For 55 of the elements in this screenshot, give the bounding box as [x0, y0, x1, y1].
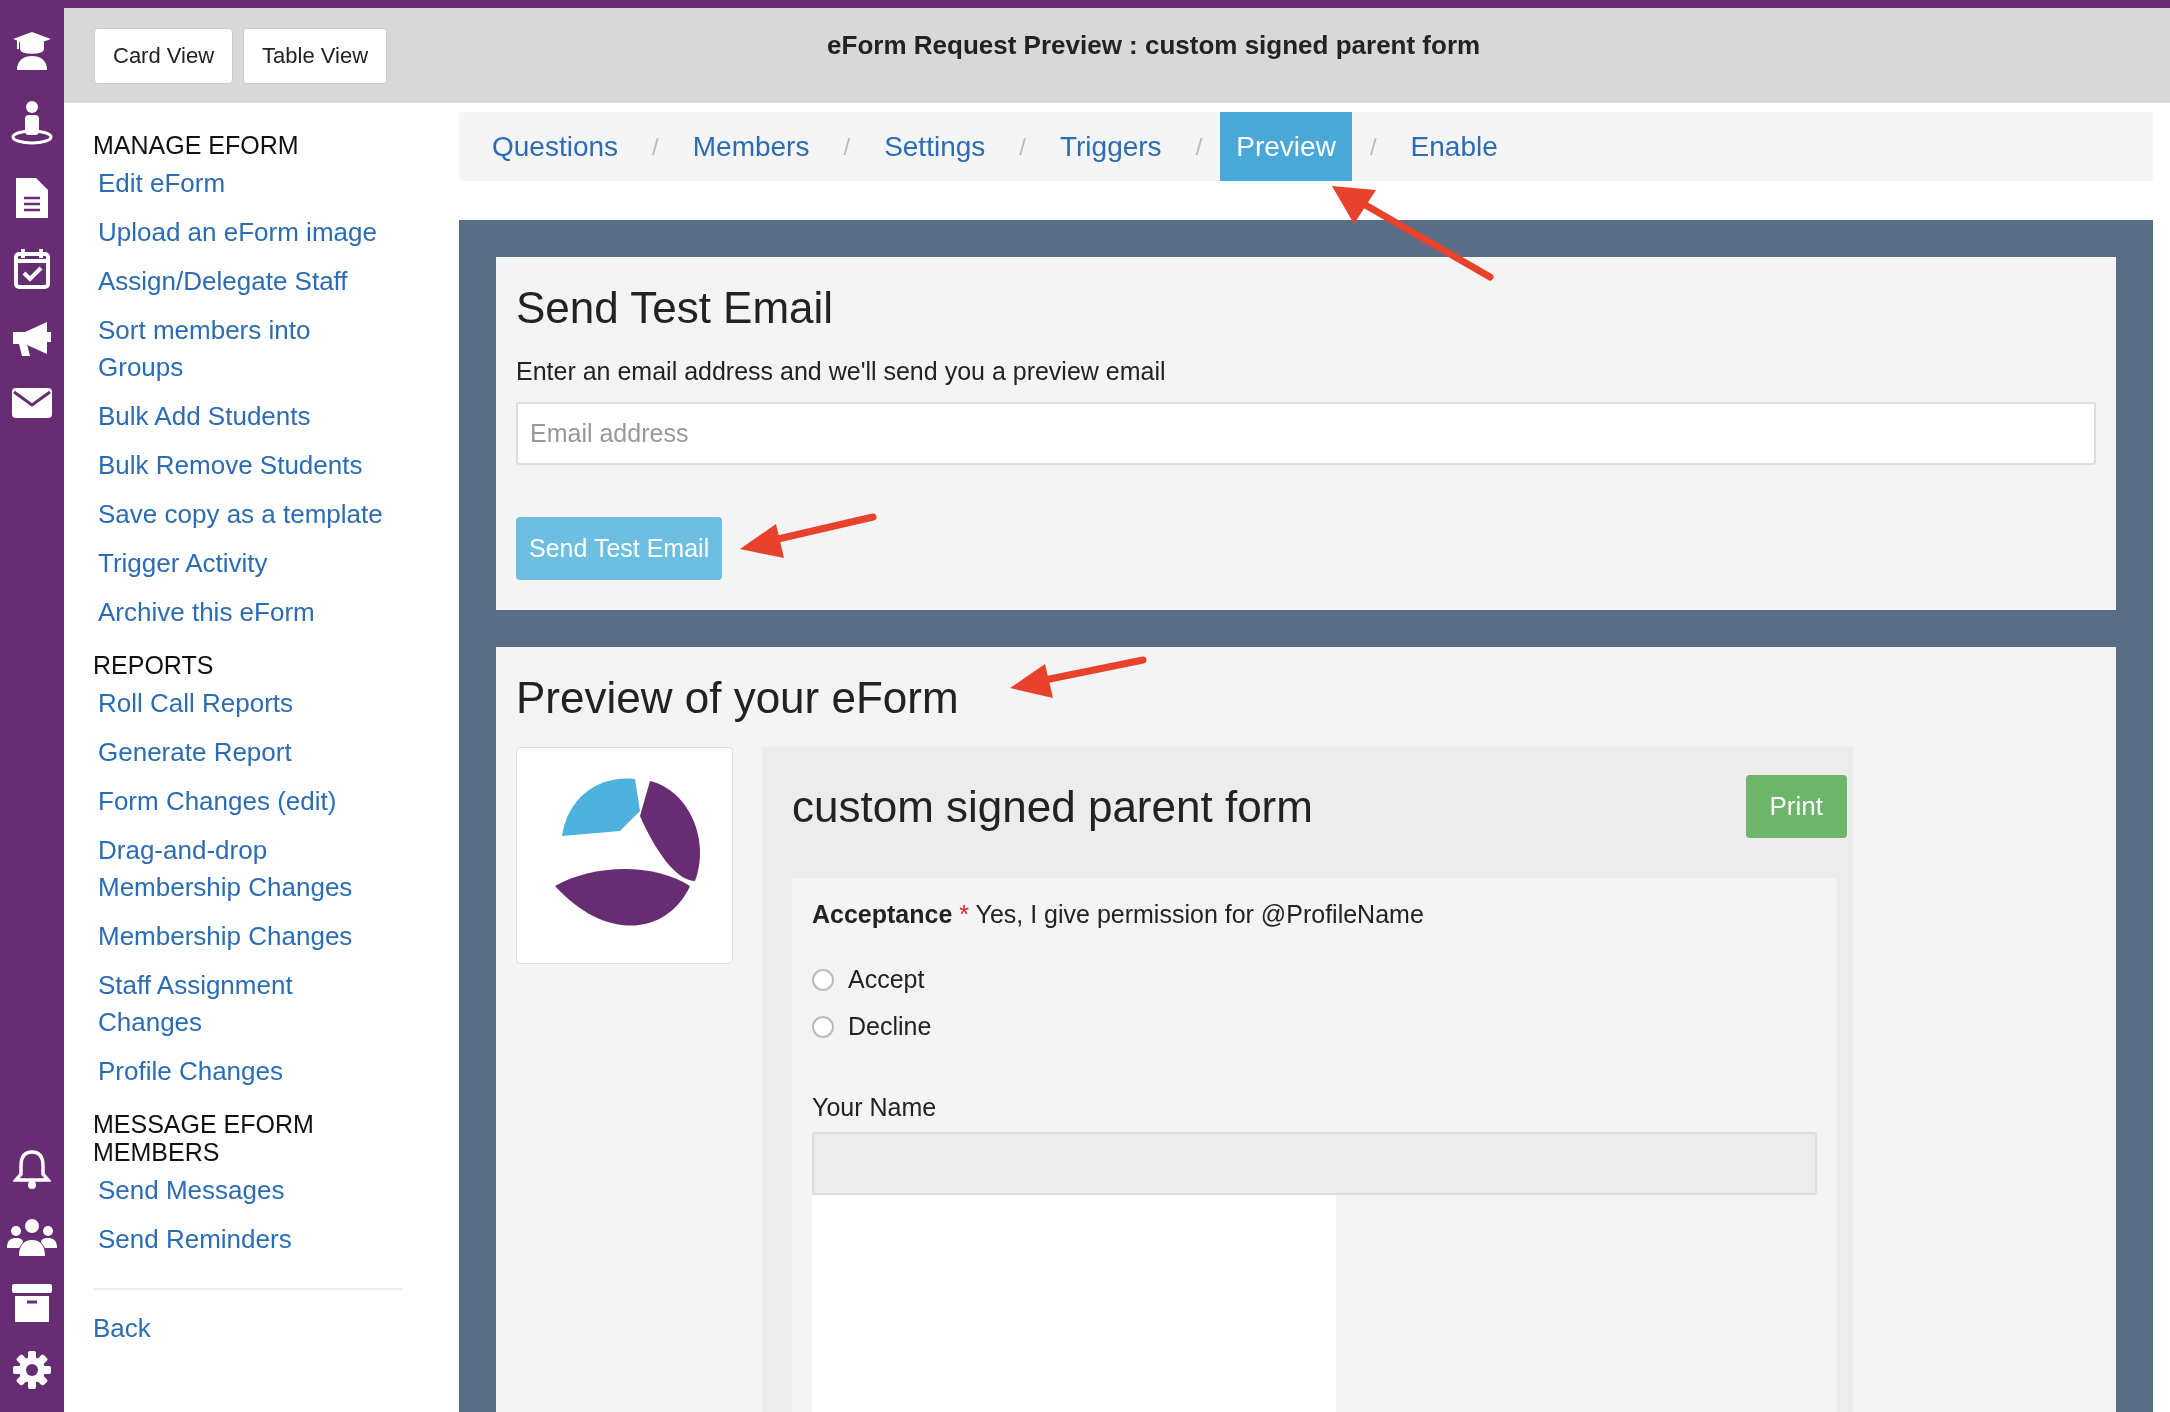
- sidebar-link[interactable]: Save copy as a template: [98, 496, 398, 533]
- section-heading: MANAGE EFORM: [93, 131, 300, 159]
- section-heading: MESSAGE EFORM MEMBERS: [93, 1110, 315, 1166]
- settings-icon[interactable]: [12, 1350, 52, 1390]
- sidebar-link[interactable]: Bulk Remove Students: [98, 447, 398, 484]
- sidebar-link[interactable]: Sort members into Groups: [98, 312, 398, 386]
- sidebar-link[interactable]: Assign/Delegate Staff: [98, 263, 398, 300]
- section-heading: REPORTS: [93, 651, 215, 679]
- person-icon[interactable]: [10, 100, 54, 146]
- breadcrumb-separator: /: [1368, 132, 1378, 161]
- card-description: Enter an email address and we'll send you a preview email: [516, 357, 1167, 386]
- email-input-field[interactable]: Email address: [516, 402, 2096, 465]
- tab[interactable]: Members: [676, 112, 826, 181]
- sidebar-link[interactable]: Staff Assignment Changes: [98, 967, 398, 1041]
- back-link[interactable]: Back: [93, 1310, 393, 1347]
- archive-icon[interactable]: [12, 1284, 52, 1322]
- sidebar-link[interactable]: Archive this eForm: [98, 594, 398, 631]
- form-title: custom signed parent form: [792, 781, 1313, 832]
- sidebar-link[interactable]: Bulk Add Students: [98, 398, 398, 435]
- users-icon[interactable]: [7, 1218, 57, 1256]
- card-title: Preview of your eForm: [516, 673, 959, 723]
- tab[interactable]: Enable: [1394, 112, 1514, 181]
- sidebar-link[interactable]: Send Messages: [98, 1172, 398, 1209]
- sidebar-link[interactable]: Send Reminders: [98, 1221, 398, 1258]
- sidebar-link[interactable]: Membership Changes: [98, 918, 398, 955]
- sidebar-link[interactable]: Trigger Activity: [98, 545, 398, 582]
- sidebar-link[interactable]: Form Changes (edit): [98, 783, 398, 820]
- view-toggle-button[interactable]: Table View: [243, 27, 388, 84]
- sidebar-link[interactable]: Profile Changes: [98, 1053, 398, 1090]
- name-input-field[interactable]: [812, 1132, 1817, 1195]
- megaphone-icon[interactable]: [11, 320, 53, 358]
- sidebar-link[interactable]: Generate Report: [98, 734, 398, 771]
- question-text: Acceptance * Yes, I give permission for @ProfileName: [812, 900, 1425, 929]
- breadcrumb-separator: /: [1018, 132, 1027, 161]
- document-icon[interactable]: [16, 176, 48, 218]
- sidebar-link[interactable]: Drag-and-drop Membership Changes: [98, 832, 398, 906]
- tab[interactable]: Settings: [868, 112, 1002, 181]
- radio-option[interactable]: Decline: [812, 1012, 932, 1041]
- breadcrumb-separator: /: [651, 132, 660, 161]
- envelope-icon[interactable]: [12, 388, 52, 418]
- radio-option[interactable]: Accept: [812, 965, 925, 994]
- sidebar-link[interactable]: Edit eForm: [98, 165, 398, 202]
- sidebar-link[interactable]: Roll Call Reports: [98, 685, 398, 722]
- field-label: Your Name: [812, 1093, 938, 1122]
- breadcrumb-separator: /: [842, 132, 852, 161]
- page-title: eForm Request Preview : custom signed parent form: [827, 30, 1481, 61]
- card-title: Send Test Email: [516, 283, 834, 333]
- tab[interactable]: Triggers: [1043, 112, 1178, 181]
- graduate-icon[interactable]: [12, 30, 52, 70]
- breadcrumb-separator: /: [1194, 132, 1204, 161]
- bell-icon[interactable]: [13, 1148, 51, 1190]
- sidebar-link[interactable]: Upload an eForm image: [98, 214, 398, 251]
- tab[interactable]: Questions: [476, 112, 635, 181]
- view-toggle-button[interactable]: Card View: [94, 27, 234, 84]
- calendar-check-icon[interactable]: [13, 248, 51, 290]
